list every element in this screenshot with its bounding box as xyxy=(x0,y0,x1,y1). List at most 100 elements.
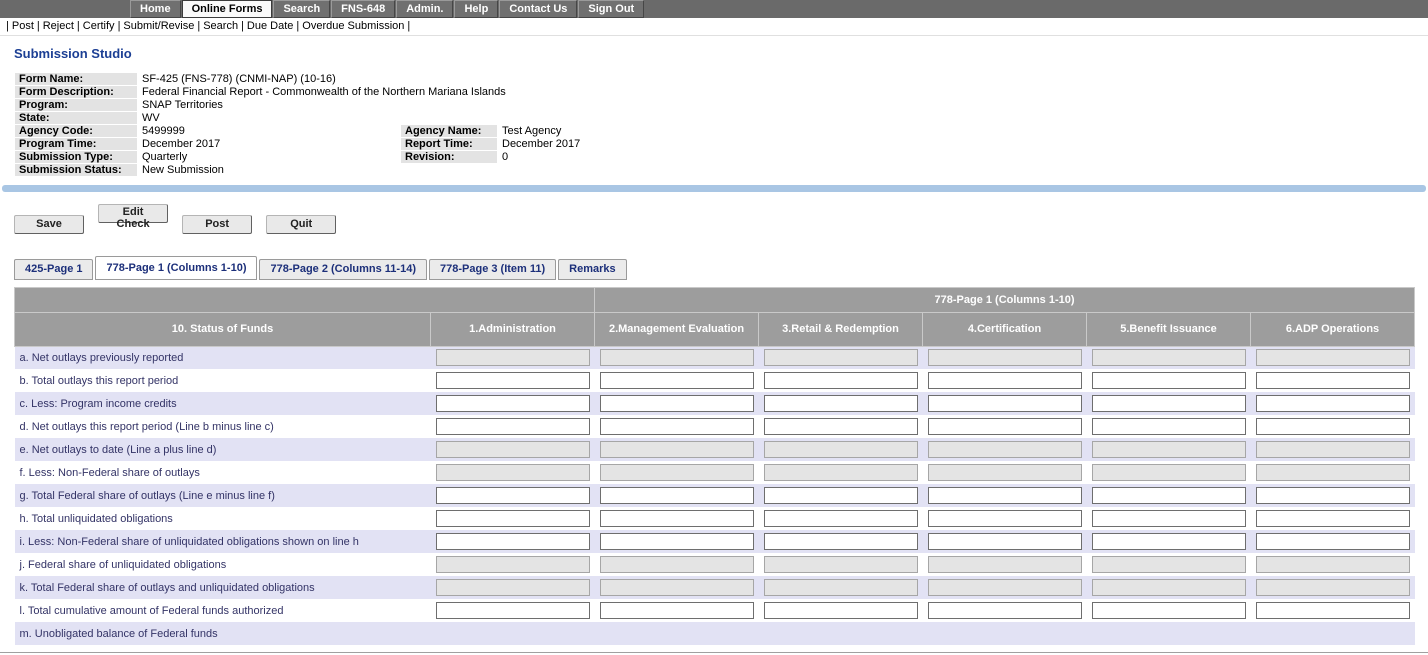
input-d-col6[interactable] xyxy=(1256,418,1410,435)
action-menu-item-submit-revise[interactable]: Submit/Revise xyxy=(123,20,194,32)
input-c-col4[interactable] xyxy=(928,395,1082,412)
cell-d-1 xyxy=(431,415,595,438)
menu-separator: | xyxy=(197,20,200,32)
nav-item-help[interactable]: Help xyxy=(454,0,498,18)
tab-remarks[interactable]: Remarks xyxy=(558,259,626,280)
tab-778-page-1-columns-1-10[interactable]: 778-Page 1 (Columns 1-10) xyxy=(95,256,257,280)
input-d-col4[interactable] xyxy=(928,418,1082,435)
input-c-col3[interactable] xyxy=(764,395,918,412)
funds-row-g: g. Total Federal share of outlays (Line … xyxy=(15,484,1415,507)
input-k-col3 xyxy=(764,579,918,596)
funds-row-d: d. Net outlays this report period (Line … xyxy=(15,415,1415,438)
input-d-col1[interactable] xyxy=(436,418,590,435)
nav-item-online-forms[interactable]: Online Forms xyxy=(182,0,273,18)
input-c-col6[interactable] xyxy=(1256,395,1410,412)
input-d-col3[interactable] xyxy=(764,418,918,435)
input-c-col5[interactable] xyxy=(1092,395,1246,412)
input-d-col5[interactable] xyxy=(1092,418,1246,435)
input-i-col3[interactable] xyxy=(764,533,918,550)
input-i-col1[interactable] xyxy=(436,533,590,550)
input-b-col2[interactable] xyxy=(600,372,754,389)
input-b-col5[interactable] xyxy=(1092,372,1246,389)
cell-e-6 xyxy=(1251,438,1415,461)
input-b-col3[interactable] xyxy=(764,372,918,389)
cell-g-2 xyxy=(595,484,759,507)
column-header-4-certification: 4.Certification xyxy=(923,312,1087,346)
cell-k-4 xyxy=(923,576,1087,599)
cell-e-5 xyxy=(1087,438,1251,461)
cell-e-4 xyxy=(923,438,1087,461)
action-menu-item-reject[interactable]: Reject xyxy=(43,20,74,32)
tab-425-page-1[interactable]: 425-Page 1 xyxy=(14,259,93,280)
input-c-col2[interactable] xyxy=(600,395,754,412)
column-header-1-administration: 1.Administration xyxy=(431,312,595,346)
input-b-col6[interactable] xyxy=(1256,372,1410,389)
cell-b-1 xyxy=(431,369,595,392)
input-l-col5[interactable] xyxy=(1092,602,1246,619)
quit-button[interactable]: Quit xyxy=(266,215,336,234)
details-value-submission-type: Quarterly xyxy=(138,151,401,164)
post-button[interactable]: Post xyxy=(182,215,252,234)
nav-item-contact-us[interactable]: Contact Us xyxy=(499,0,577,18)
input-g-col6[interactable] xyxy=(1256,487,1410,504)
nav-item-search[interactable]: Search xyxy=(273,0,330,18)
input-g-col1[interactable] xyxy=(436,487,590,504)
input-l-col6[interactable] xyxy=(1256,602,1410,619)
input-i-col5[interactable] xyxy=(1092,533,1246,550)
input-h-col5[interactable] xyxy=(1092,510,1246,527)
input-g-col5[interactable] xyxy=(1092,487,1246,504)
input-h-col1[interactable] xyxy=(436,510,590,527)
input-l-col3[interactable] xyxy=(764,602,918,619)
funds-row-m: m. Unobligated balance of Federal funds xyxy=(15,622,1415,645)
nav-item-fns-648[interactable]: FNS-648 xyxy=(331,0,395,18)
input-f-col5 xyxy=(1092,464,1246,481)
row-label-b: b. Total outlays this report period xyxy=(15,369,431,392)
save-button[interactable]: Save xyxy=(14,215,84,234)
nav-item-home[interactable]: Home xyxy=(130,0,181,18)
input-h-col6[interactable] xyxy=(1256,510,1410,527)
input-b-col1[interactable] xyxy=(436,372,590,389)
grid-band-spacer xyxy=(15,287,595,312)
details-row-form-description: Form Description:Federal Financial Repor… xyxy=(15,86,838,99)
details-label-revision: Revision: xyxy=(401,151,498,164)
input-a-col2 xyxy=(600,349,754,366)
row-label-l: l. Total cumulative amount of Federal fu… xyxy=(15,599,431,622)
nav-item-sign-out[interactable]: Sign Out xyxy=(578,0,644,18)
input-h-col4[interactable] xyxy=(928,510,1082,527)
input-c-col1[interactable] xyxy=(436,395,590,412)
funds-row-k: k. Total Federal share of outlays and un… xyxy=(15,576,1415,599)
input-g-col2[interactable] xyxy=(600,487,754,504)
action-menu-item-search[interactable]: Search xyxy=(203,20,238,32)
action-menu-item-post[interactable]: Post xyxy=(12,20,34,32)
funds-row-a: a. Net outlays previously reported xyxy=(15,346,1415,369)
input-l-col4[interactable] xyxy=(928,602,1082,619)
action-menu-item-due-date[interactable]: Due Date xyxy=(247,20,293,32)
input-d-col2[interactable] xyxy=(600,418,754,435)
input-i-col4[interactable] xyxy=(928,533,1082,550)
cell-h-2 xyxy=(595,507,759,530)
input-a-col6 xyxy=(1256,349,1410,366)
input-h-col3[interactable] xyxy=(764,510,918,527)
input-j-col4 xyxy=(928,556,1082,573)
input-l-col2[interactable] xyxy=(600,602,754,619)
edit-check-button[interactable]: Edit Check xyxy=(98,204,168,223)
action-menu-item-certify[interactable]: Certify xyxy=(83,20,115,32)
input-b-col4[interactable] xyxy=(928,372,1082,389)
input-g-col3[interactable] xyxy=(764,487,918,504)
tab-778-page-2-columns-11-14[interactable]: 778-Page 2 (Columns 11-14) xyxy=(259,259,427,280)
cell-j-5 xyxy=(1087,553,1251,576)
input-i-col6[interactable] xyxy=(1256,533,1410,550)
input-l-col1[interactable] xyxy=(436,602,590,619)
action-menu-item-overdue-submission[interactable]: Overdue Submission xyxy=(302,20,404,32)
input-i-col2[interactable] xyxy=(600,533,754,550)
details-row-agency-code: Agency Code:5499999Agency Name:Test Agen… xyxy=(15,125,838,138)
input-g-col4[interactable] xyxy=(928,487,1082,504)
cell-e-1 xyxy=(431,438,595,461)
cell-k-6 xyxy=(1251,576,1415,599)
tab-778-page-3-item-11[interactable]: 778-Page 3 (Item 11) xyxy=(429,259,556,280)
cell-k-5 xyxy=(1087,576,1251,599)
input-h-col2[interactable] xyxy=(600,510,754,527)
cell-c-4 xyxy=(923,392,1087,415)
nav-item-admin[interactable]: Admin. xyxy=(396,0,453,18)
cell-a-1 xyxy=(431,346,595,369)
